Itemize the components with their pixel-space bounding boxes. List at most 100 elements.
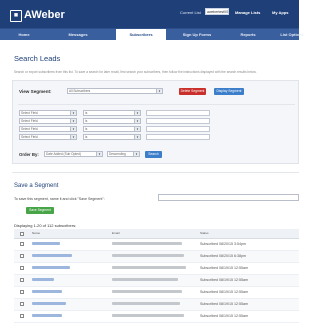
- criteria-field-select[interactable]: Select Field ▾: [19, 134, 77, 140]
- criteria-value-input[interactable]: [146, 118, 210, 124]
- subscriber-status: Subscribed 08/19/15 12:55am: [200, 301, 248, 306]
- chevron-down-icon: ▾: [134, 135, 140, 139]
- criteria-field-select[interactable]: Select Field ▾: [19, 126, 77, 132]
- criteria-field-value: Select Field: [21, 119, 38, 123]
- column-status[interactable]: Status: [200, 231, 209, 235]
- select-all-checkbox[interactable]: [20, 231, 24, 236]
- divider: [18, 104, 295, 105]
- criteria-field-value: Select Field: [21, 127, 38, 131]
- row-checkbox[interactable]: [20, 302, 24, 306]
- current-list-select[interactable]: awebertest001: [205, 8, 229, 15]
- chevron-down-icon: ▾: [133, 152, 139, 156]
- criteria-operator-select[interactable]: is ▾: [83, 126, 141, 132]
- tab-messages[interactable]: Messages: [48, 29, 108, 40]
- table-header: Name Email Status: [14, 229, 299, 239]
- logo-mark-icon: ■: [10, 10, 22, 22]
- search-button[interactable]: Search: [145, 150, 162, 158]
- subscriber-email: [112, 242, 182, 245]
- subscriber-email: [112, 278, 178, 281]
- view-segment-select[interactable]: All Subscribers ▾: [67, 88, 163, 94]
- column-email[interactable]: Email: [112, 231, 120, 235]
- subscriber-status: Subscribed 08/19/15 12:55am: [200, 289, 248, 294]
- delete-segment-button[interactable]: Delete Segment: [179, 88, 206, 95]
- criteria-value-input[interactable]: [146, 134, 210, 140]
- subscriber-name-link[interactable]: [32, 314, 62, 317]
- criteria-field-value: Select Field: [21, 135, 38, 139]
- manage-lists-link[interactable]: Manage Lists: [235, 10, 260, 15]
- subscriber-email: [112, 254, 184, 257]
- subscriber-email: [112, 302, 180, 305]
- order-field-select[interactable]: Date Added (Sub Opted) ▾: [44, 151, 103, 157]
- subscriber-name-link[interactable]: [32, 242, 60, 245]
- row-checkbox[interactable]: [20, 266, 24, 270]
- subscriber-status: Subscribed 08/19/15 12:55am: [200, 313, 248, 318]
- chevron-down-icon: ▾: [70, 119, 76, 123]
- criteria-operator-value: is: [85, 127, 88, 131]
- page-intro: Search or export subscribers from this l…: [14, 70, 257, 74]
- tab-subscribers[interactable]: Subscribers: [116, 29, 166, 40]
- tab-sign-up-forms[interactable]: Sign Up Forms: [172, 29, 222, 40]
- save-segment-title: Save a Segment: [14, 183, 59, 189]
- row-checkbox[interactable]: [20, 314, 24, 318]
- order-direction-value: Descending: [109, 152, 126, 156]
- subscriber-name-link[interactable]: [32, 266, 70, 269]
- criteria-operator-value: is: [85, 119, 88, 123]
- order-field-value: Date Added (Sub Opted): [46, 152, 81, 156]
- subscriber-status: Subscribed 08/19/15 12:55am: [200, 265, 248, 270]
- criteria-field-value: Select Field: [21, 111, 38, 115]
- chevron-down-icon: ▾: [70, 111, 76, 115]
- subscriber-status: Subscribed 08/20/15 6:38pm: [200, 253, 246, 258]
- chevron-down-icon: ▾: [70, 135, 76, 139]
- subscriber-name-link[interactable]: [32, 302, 66, 305]
- tab-home[interactable]: Home: [0, 29, 48, 40]
- subscriber-name-link[interactable]: [32, 290, 62, 293]
- criteria-field-select[interactable]: Select Field ▾: [19, 110, 77, 116]
- tab-reports[interactable]: Reports: [226, 29, 270, 40]
- logo-text: AWeber: [24, 9, 65, 21]
- segment-name-input[interactable]: [158, 194, 299, 201]
- column-name[interactable]: Name: [32, 231, 40, 235]
- table-row: Subscribed 08/19/15 12:55am: [14, 311, 299, 323]
- table-row: Subscribed 08/19/15 12:55am: [14, 263, 299, 275]
- save-segment-instructions: To save this segment, name it and click …: [14, 197, 105, 201]
- row-checkbox[interactable]: [20, 278, 24, 282]
- chevron-down-icon: ▾: [134, 119, 140, 123]
- chevron-down-icon: ▾: [134, 111, 140, 115]
- divider: [12, 172, 299, 173]
- main-nav: Home Messages Subscribers Sign Up Forms …: [0, 28, 304, 40]
- criteria-operator-value: is: [85, 135, 88, 139]
- criteria-operator-value: is: [85, 111, 88, 115]
- chevron-down-icon: ▾: [96, 152, 102, 156]
- criteria-operator-select[interactable]: is ▾: [83, 110, 141, 116]
- view-segment-label: View Segment:: [19, 89, 52, 94]
- subscriber-name-link[interactable]: [32, 278, 54, 281]
- table-row: Subscribed 08/19/15 12:55am: [14, 299, 299, 311]
- table-row: Subscribed 08/19/15 12:55am: [14, 275, 299, 287]
- criteria-value-input[interactable]: [146, 126, 210, 132]
- chevron-down-icon: ▾: [156, 89, 162, 93]
- subscriber-status: Subscribed 08/20/15 3:54pm: [200, 241, 246, 246]
- table-row: Subscribed 08/19/15 12:55am: [14, 287, 299, 299]
- display-segment-button[interactable]: Display Segment: [214, 88, 244, 95]
- subscriber-email: [112, 314, 184, 317]
- aweber-logo[interactable]: ■ AWeber: [10, 9, 65, 22]
- criteria-field-select[interactable]: Select Field ▾: [19, 118, 77, 124]
- subscriber-status: Subscribed 08/19/15 12:55am: [200, 277, 248, 282]
- subscriber-email: [112, 266, 186, 269]
- row-checkbox[interactable]: [20, 242, 24, 246]
- order-direction-select[interactable]: Descending ▾: [107, 151, 140, 157]
- subscriber-name-link[interactable]: [32, 254, 72, 257]
- row-checkbox[interactable]: [20, 254, 24, 258]
- table-row: Subscribed 08/20/15 6:38pm: [14, 251, 299, 263]
- top-bar: ■ AWeber Current List awebertest001 Manag…: [0, 0, 299, 28]
- my-apps-link[interactable]: My Apps: [272, 10, 289, 15]
- criteria-operator-select[interactable]: is ▾: [83, 118, 141, 124]
- results-count: Displaying 1-20 of 112 subscribers:: [14, 223, 77, 228]
- chevron-down-icon: ▾: [134, 127, 140, 131]
- tab-list-options[interactable]: List Options: [272, 29, 312, 40]
- page-title: Search Leads: [14, 54, 61, 63]
- criteria-value-input[interactable]: [146, 110, 210, 116]
- save-segment-button[interactable]: Save Segment: [26, 207, 54, 214]
- row-checkbox[interactable]: [20, 290, 24, 294]
- criteria-operator-select[interactable]: is ▾: [83, 134, 141, 140]
